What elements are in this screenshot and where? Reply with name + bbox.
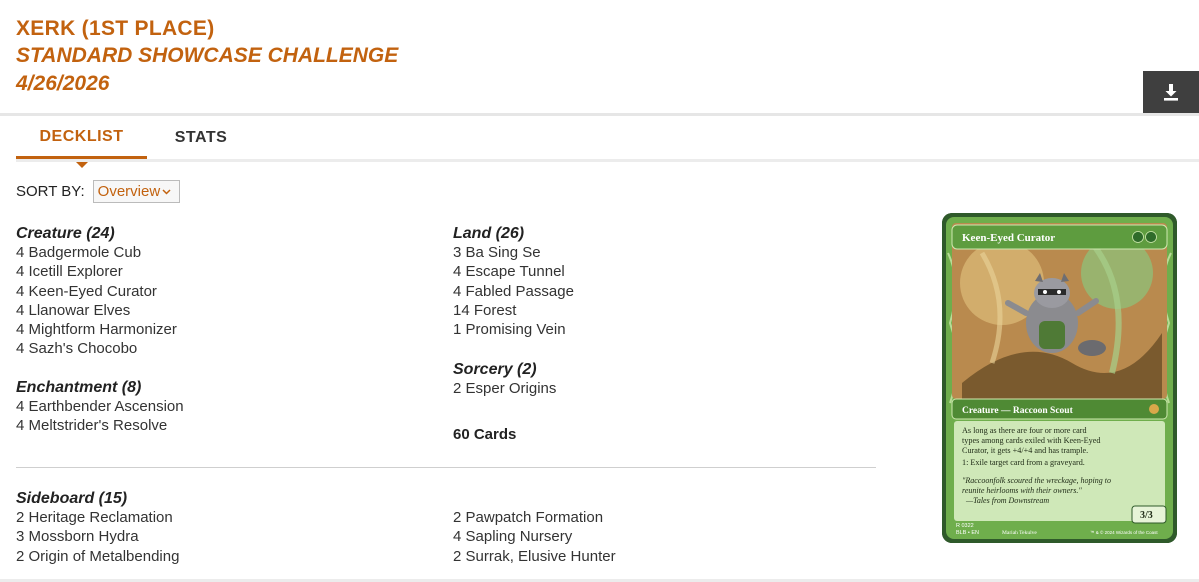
card-power-toughness: 3/3: [1140, 510, 1153, 521]
card-set-code: BLB • EN: [956, 530, 979, 536]
card-rules-line: 1: Exile target card from a graveyard.: [962, 458, 1085, 467]
event-date: 4/26/2026: [16, 72, 110, 95]
card-entry[interactable]: 2 Heritage Reclamation: [16, 508, 179, 527]
card-entry[interactable]: 4 Icetill Explorer: [16, 262, 177, 281]
card-entry[interactable]: 4 Mightform Harmonizer: [16, 320, 177, 339]
player-title: XERK (1ST PLACE): [16, 17, 215, 40]
sideboard-section-right: 2 Pawpatch Formation 4 Sapling Nursery 2…: [453, 508, 616, 566]
creature-section: Creature (24) 4 Badgermole Cub 4 Icetill…: [16, 224, 177, 359]
download-button[interactable]: [1143, 71, 1199, 113]
tab-stats[interactable]: STATS: [175, 117, 227, 159]
sort-select[interactable]: Overview: [92, 180, 180, 203]
card-entry[interactable]: 4 Sapling Nursery: [453, 527, 616, 546]
card-entry[interactable]: 4 Fabled Passage: [453, 282, 574, 301]
card-collector-number: R 0322: [956, 523, 974, 529]
creature-heading: Creature (24): [16, 225, 115, 242]
header-divider: [0, 113, 1199, 116]
card-entry[interactable]: 2 Pawpatch Formation: [453, 508, 616, 527]
card-flavor-line: "Raccoonfolk scoured the wreckage, hopin…: [962, 476, 1111, 485]
featured-card-image: Keen-Eyed Curator Creature — Raccoon Sco…: [942, 213, 1177, 543]
sorcery-section: Sorcery (2) 2 Esper Origins: [453, 360, 556, 398]
tab-decklist[interactable]: DECKLIST: [16, 117, 147, 159]
card-entry[interactable]: 2 Surrak, Elusive Hunter: [453, 547, 616, 566]
card-entry[interactable]: 4 Earthbender Ascension: [16, 397, 184, 416]
card-entry[interactable]: 3 Ba Sing Se: [453, 243, 574, 262]
card-entry[interactable]: 3 Mossborn Hydra: [16, 527, 179, 546]
card-artist: Mariah Tekulve: [1002, 530, 1037, 536]
event-title: STANDARD SHOWCASE CHALLENGE: [16, 44, 399, 67]
card-rules-line: As long as there are four or more card: [962, 426, 1087, 435]
card-entry[interactable]: 4 Sazh's Chocobo: [16, 339, 177, 358]
enchantment-heading: Enchantment (8): [16, 379, 142, 396]
card-entry[interactable]: 4 Llanowar Elves: [16, 301, 177, 320]
card-flavor-line: —Tales from Downstream: [965, 496, 1049, 505]
card-entry[interactable]: 4 Badgermole Cub: [16, 243, 177, 262]
card-flavor-line: reunite heirlooms with their owners.": [962, 486, 1082, 495]
tabs-divider: [16, 159, 1199, 162]
card-rules-line: Curator, it gets +4/+4 and has trample.: [962, 446, 1088, 455]
card-entry[interactable]: 1 Promising Vein: [453, 320, 574, 339]
svg-text:As long as there are four or m: As long as there are four or more card t…: [962, 426, 1103, 467]
deck-header: XERK (1ST PLACE) STANDARD SHOWCASE CHALL…: [16, 16, 398, 98]
chevron-down-icon: [162, 188, 171, 195]
sideboard-heading: Sideboard (15): [16, 490, 128, 507]
card-name: Keen-Eyed Curator: [962, 232, 1055, 244]
card-entry[interactable]: 4 Meltstrider's Resolve: [16, 416, 184, 435]
sorcery-heading: Sorcery (2): [453, 361, 537, 378]
download-icon: [1164, 84, 1178, 101]
deck-total: 60 Cards: [453, 426, 517, 443]
card-entry[interactable]: 2 Origin of Metalbending: [16, 547, 179, 566]
land-heading: Land (26): [453, 225, 525, 242]
land-section: Land (26) 3 Ba Sing Se 4 Escape Tunnel 4…: [453, 224, 574, 339]
sort-selected-value: Overview: [97, 183, 161, 200]
sort-label: SORT BY:: [16, 183, 85, 200]
card-entry[interactable]: 4 Escape Tunnel: [453, 262, 574, 281]
card-entry[interactable]: 14 Forest: [453, 301, 574, 320]
sort-control: SORT BY: Overview: [16, 180, 180, 203]
card-entry[interactable]: 2 Esper Origins: [453, 379, 556, 398]
card-type-line: Creature — Raccoon Scout: [962, 406, 1074, 416]
sideboard-divider: [16, 467, 876, 468]
card-copyright: ™ & © 2024 Wizards of the Coast: [1090, 529, 1158, 535]
card-entry[interactable]: 4 Keen-Eyed Curator: [16, 282, 177, 301]
sideboard-section: Sideboard (15) 2 Heritage Reclamation 3 …: [16, 489, 179, 566]
enchantment-section: Enchantment (8) 4 Earthbender Ascension …: [16, 378, 184, 436]
card-rules-line: types among cards exiled with Keen-Eyed: [962, 436, 1100, 445]
